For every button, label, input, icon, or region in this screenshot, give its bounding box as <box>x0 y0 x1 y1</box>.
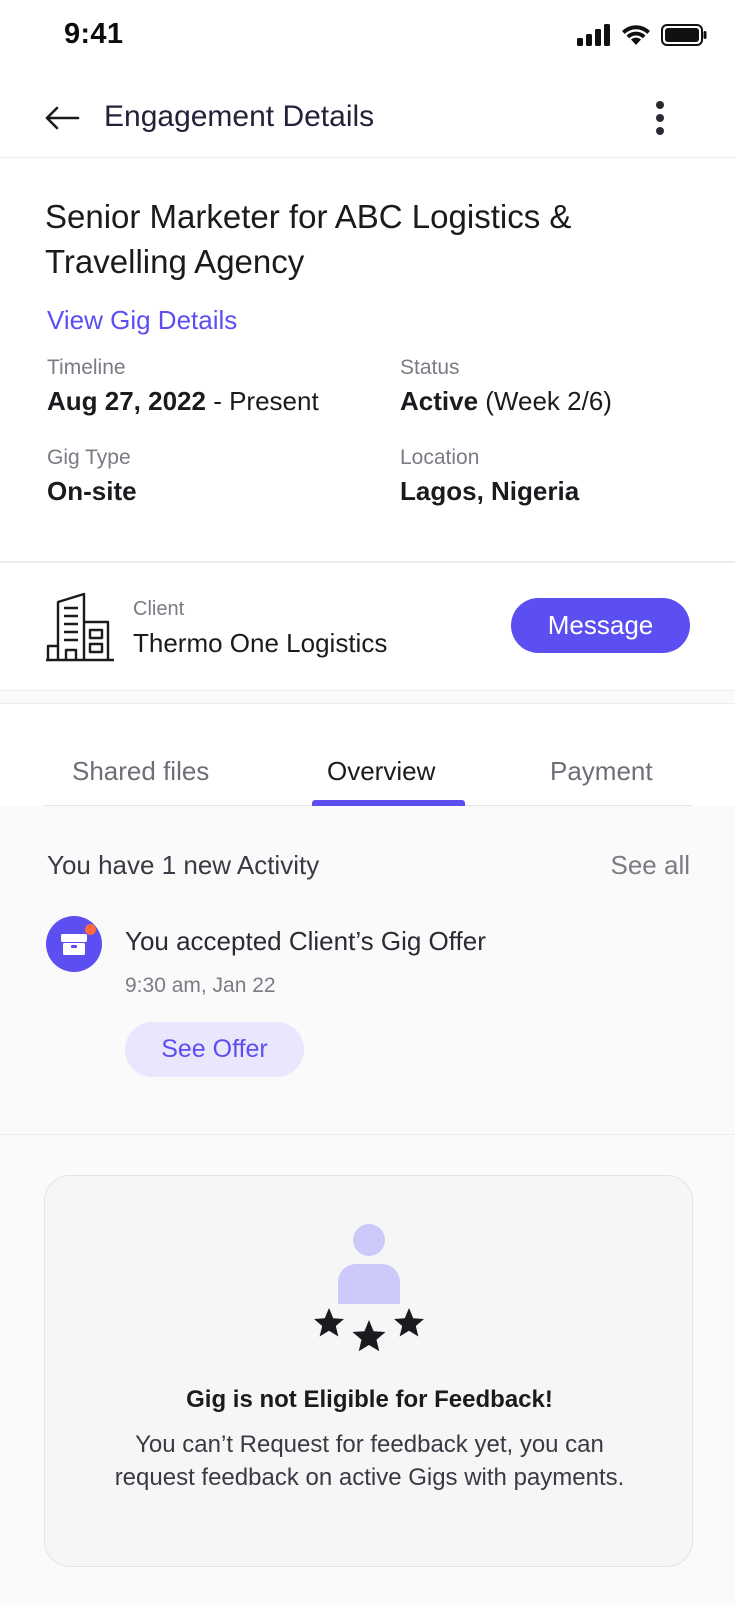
see-all-link[interactable]: See all <box>611 850 691 881</box>
status-week: (Week 2/6) <box>478 386 612 416</box>
client-name: Thermo One Logistics <box>133 628 388 658</box>
activity-item-text: You accepted Client’s Gig Offer <box>125 926 486 956</box>
gig-type-label: Gig Type <box>47 446 131 469</box>
tab-bar: Shared files Overview Payment <box>45 740 692 806</box>
location-value: Lagos, Nigeria <box>400 476 579 507</box>
back-button[interactable] <box>42 98 82 138</box>
location-label: Location <box>400 446 480 469</box>
gig-type-text: On-site <box>47 476 137 506</box>
feedback-section: Gig is not Eligible for Feedback! You ca… <box>0 1134 735 1605</box>
see-offer-button[interactable]: See Offer <box>125 1022 304 1077</box>
arrow-left-icon <box>45 106 80 130</box>
feedback-card: Gig is not Eligible for Feedback! You ca… <box>44 1175 693 1567</box>
box-icon <box>61 934 87 955</box>
status-time: 9:41 <box>64 18 124 50</box>
battery-icon <box>661 24 707 46</box>
location-text: Lagos, Nigeria <box>400 476 580 506</box>
client-row: Client Thermo One Logistics Message <box>0 562 735 690</box>
app-header: Engagement Details <box>0 80 735 158</box>
status-text: Active <box>400 386 479 416</box>
timeline-suffix: - Present <box>205 386 319 416</box>
status-bar: 9:41 <box>0 0 735 72</box>
tab-shared-files[interactable]: Shared files <box>72 756 209 787</box>
feedback-rating-icon <box>314 1224 424 1352</box>
gig-type-value: On-site <box>47 476 137 507</box>
activity-item-time: 9:30 am, Jan 22 <box>125 974 276 997</box>
feedback-description: You can’t Request for feedback yet, you … <box>114 1431 625 1491</box>
page-title: Engagement Details <box>104 100 375 133</box>
timeline-label: Timeline <box>47 356 126 379</box>
wifi-icon <box>622 25 650 45</box>
status-icons <box>577 24 707 46</box>
timeline-date: Aug 27, 2022 <box>47 386 206 416</box>
status-value: Active (Week 2/6) <box>400 386 612 417</box>
feedback-title: Gig is not Eligible for Feedback! <box>186 1386 553 1413</box>
view-gig-details-link[interactable]: View Gig Details <box>47 305 237 336</box>
tab-payment[interactable]: Payment <box>550 756 653 787</box>
activity-section: You have 1 new Activity See all You acce… <box>0 806 735 1134</box>
building-icon <box>46 592 114 662</box>
activity-heading: You have 1 new Activity <box>47 850 320 880</box>
gig-title: Senior Marketer for ABC Logistics & Trav… <box>45 198 572 280</box>
status-label: Status <box>400 356 460 379</box>
notification-dot <box>85 924 96 935</box>
section-divider <box>0 690 735 704</box>
message-button[interactable]: Message <box>511 598 690 653</box>
client-label: Client <box>133 598 185 620</box>
tab-overview[interactable]: Overview <box>327 756 435 787</box>
activity-avatar <box>46 916 102 972</box>
more-options-button[interactable] <box>645 98 675 138</box>
timeline-value: Aug 27, 2022 - Present <box>47 386 319 417</box>
signal-icon <box>577 24 610 46</box>
more-vertical-icon <box>656 101 664 135</box>
